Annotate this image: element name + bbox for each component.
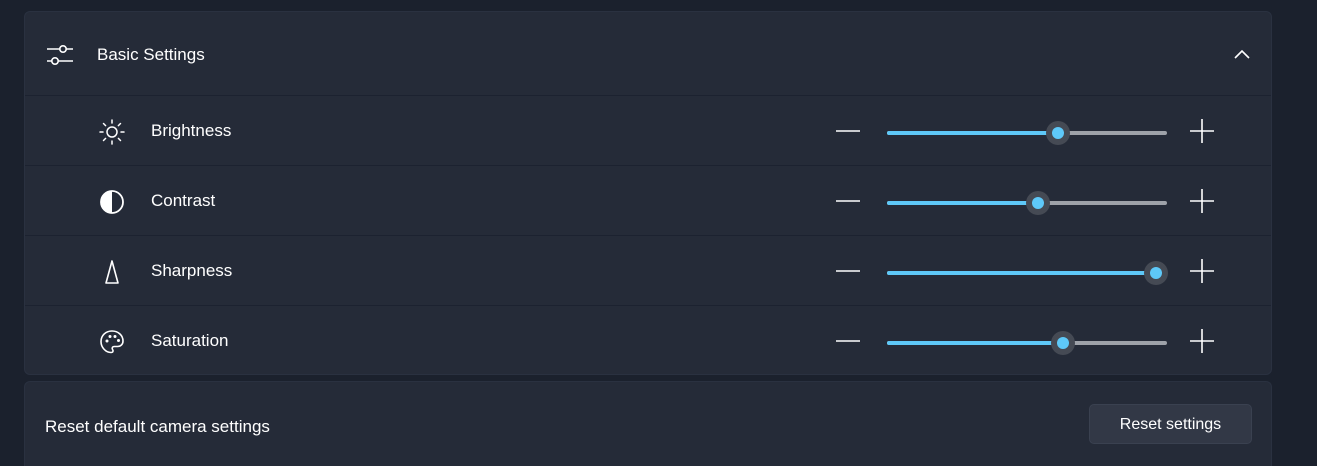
basic-settings-panel: Basic Settings Brightness Contrast Sharp…: [24, 11, 1272, 375]
saturation-decrease-button[interactable]: [831, 326, 865, 356]
contrast-slider[interactable]: [887, 191, 1167, 215]
sun-icon: [99, 119, 125, 145]
slider-fill: [887, 131, 1058, 135]
brightness-increase-button[interactable]: [1185, 116, 1219, 146]
setting-label-contrast: Contrast: [151, 191, 216, 210]
sliders-icon: [47, 44, 73, 66]
setting-row-sharpness: Sharpness: [25, 236, 1271, 306]
slider-fill: [887, 341, 1063, 345]
saturation-increase-button[interactable]: [1185, 326, 1219, 356]
reset-panel: Reset default camera settings Reset sett…: [24, 381, 1272, 466]
slider-thumb[interactable]: [1051, 331, 1075, 355]
section-title: Basic Settings: [97, 45, 205, 64]
reset-settings-button[interactable]: Reset settings: [1089, 404, 1252, 444]
slider-fill: [887, 201, 1038, 205]
slider-thumb[interactable]: [1046, 121, 1070, 145]
chevron-up-icon[interactable]: [1231, 44, 1253, 66]
camera-settings-page: Basic Settings Brightness Contrast Sharp…: [0, 0, 1317, 466]
brightness-slider[interactable]: [887, 121, 1167, 145]
slider-fill: [887, 271, 1156, 275]
setting-label-saturation: Saturation: [151, 331, 229, 350]
palette-icon: [100, 330, 124, 354]
setting-label-sharpness: Sharpness: [151, 261, 233, 280]
brightness-decrease-button[interactable]: [831, 116, 865, 146]
contrast-increase-button[interactable]: [1185, 186, 1219, 216]
setting-row-brightness: Brightness: [25, 96, 1271, 166]
contrast-icon: [100, 190, 124, 214]
sharpness-slider[interactable]: [887, 261, 1168, 285]
slider-thumb[interactable]: [1144, 261, 1168, 285]
sharpness-icon: [105, 260, 119, 284]
sharpness-decrease-button[interactable]: [831, 256, 865, 286]
setting-row-saturation: Saturation: [25, 306, 1271, 374]
saturation-slider[interactable]: [887, 331, 1167, 355]
slider-thumb[interactable]: [1026, 191, 1050, 215]
setting-row-contrast: Contrast: [25, 166, 1271, 236]
sharpness-increase-button[interactable]: [1185, 256, 1219, 286]
reset-description: Reset default camera settings: [45, 417, 270, 436]
contrast-decrease-button[interactable]: [831, 186, 865, 216]
setting-label-brightness: Brightness: [151, 121, 232, 140]
basic-settings-header[interactable]: Basic Settings: [25, 12, 1271, 96]
